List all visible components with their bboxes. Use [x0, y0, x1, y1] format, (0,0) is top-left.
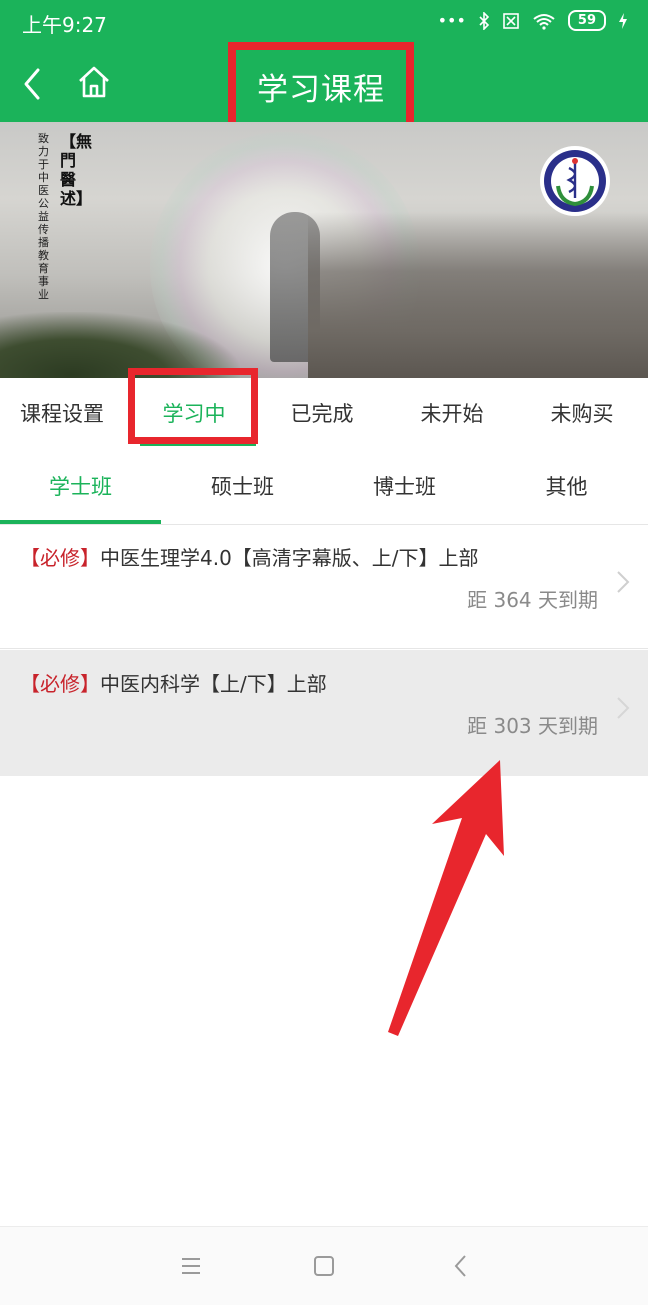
banner-statues: [308, 212, 648, 378]
course-title: 中医生理学4.0【高清字幕版、上/下】上部: [100, 546, 479, 570]
chevron-right-icon: [617, 697, 630, 719]
course-list-item[interactable]: 【必修】中医生理学4.0【高清字幕版、上/下】上部 距 364 天到期: [0, 524, 648, 650]
bluetooth-icon: [479, 11, 490, 30]
list-divider: [0, 648, 648, 649]
app-header: 学习课程: [0, 42, 648, 138]
home-icon: [79, 66, 109, 98]
course-title: 中医内科学【上/下】上部: [100, 672, 327, 696]
brand-logo-icon: [540, 146, 610, 216]
class-level-tabs: 学士班 硕士班 博士班 其他: [0, 450, 648, 525]
tab-bachelor[interactable]: 学士班: [0, 450, 161, 524]
tab-doctor[interactable]: 博士班: [324, 450, 485, 524]
back-triangle-icon[interactable]: [446, 1251, 476, 1281]
menu-icon[interactable]: [176, 1251, 206, 1281]
banner-tagline: 致力于中医公益传播教育事业: [38, 132, 49, 301]
course-required-tag: 【必修】: [20, 546, 100, 570]
charging-icon: [619, 12, 627, 29]
status-bar: 上午9:27 ••• 59: [0, 0, 648, 46]
tab-course-settings[interactable]: 课程设置: [0, 378, 124, 450]
banner-image: 致力于中医公益传播教育事业 【無門醫述】: [0, 122, 648, 378]
chevron-right-icon: [617, 571, 630, 593]
course-title-row: 【必修】中医生理学4.0【高清字幕版、上/下】上部: [20, 542, 479, 571]
sim-off-icon: [503, 12, 519, 29]
course-status-tabs: 课程设置 学习中 已完成 未开始 未购买: [0, 378, 648, 450]
system-nav-bar: [0, 1226, 648, 1305]
wifi-icon: [533, 13, 555, 30]
tab-not-started[interactable]: 未开始: [390, 378, 514, 450]
status-icons: ••• 59: [438, 10, 628, 31]
tab-other[interactable]: 其他: [486, 450, 647, 524]
course-expiry: 距 364 天到期: [467, 588, 598, 612]
home-square-icon[interactable]: [309, 1251, 339, 1281]
tab-master[interactable]: 硕士班: [162, 450, 323, 524]
battery-icon: 59: [567, 10, 606, 31]
banner-brand: 【無門醫述】: [60, 132, 93, 208]
course-required-tag: 【必修】: [20, 672, 100, 696]
course-list-item[interactable]: 【必修】中医内科学【上/下】上部 距 303 天到期: [0, 650, 648, 776]
course-expiry: 距 303 天到期: [467, 714, 598, 738]
tab-highlight-box: [128, 368, 258, 444]
back-button[interactable]: [16, 64, 52, 104]
tab-completed[interactable]: 已完成: [260, 378, 384, 450]
chevron-left-icon: [24, 68, 40, 100]
page-title: 学习课程: [257, 72, 385, 108]
more-dots-icon: •••: [437, 11, 466, 30]
course-title-row: 【必修】中医内科学【上/下】上部: [20, 668, 327, 697]
tab-not-purchased[interactable]: 未购买: [520, 378, 644, 450]
home-button[interactable]: [74, 62, 114, 102]
status-time: 上午9:27: [22, 13, 107, 37]
